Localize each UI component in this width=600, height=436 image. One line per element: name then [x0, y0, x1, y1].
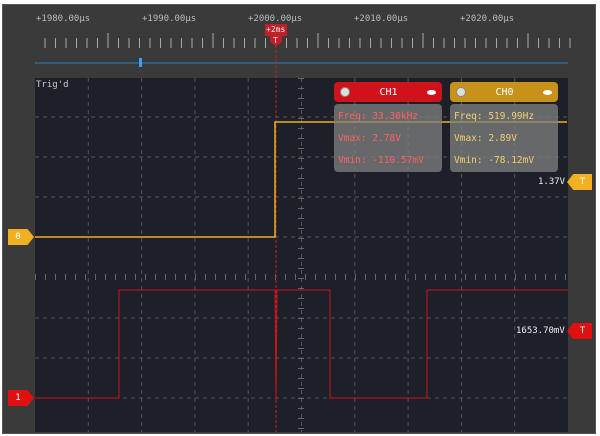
eye-icon[interactable] [427, 89, 436, 95]
ch0-measure-card: CH0 Freq: 519.99Hz Vmax: 2.89V Vmin: -78… [450, 82, 558, 172]
ch0-vmax: Vmax: 2.89V [454, 133, 517, 144]
ch1-marker-label: 1 [15, 393, 21, 403]
scope-canvas[interactable] [0, 0, 600, 436]
ch1-trigger-symbol: T [579, 326, 586, 336]
ruler-label: +1990.00µs [142, 14, 197, 24]
ch0-name: CH0 [495, 86, 514, 98]
trigger-time-symbol: T [273, 36, 278, 45]
ch0-trigger-level: 1.37V [538, 177, 566, 187]
ch1-vmax: Vmax: 2.78V [338, 133, 401, 144]
ch0-card-header[interactable]: CH0 [450, 82, 558, 102]
ruler-label: +1980.00µs [36, 14, 91, 24]
ch1-card-header[interactable]: CH1 [334, 82, 442, 102]
ruler-label: +2020.00µs [460, 14, 515, 24]
time-ruler [44, 33, 571, 48]
ch0-marker-label: 0 [15, 232, 21, 242]
gear-icon[interactable] [456, 87, 466, 97]
ch1-name: CH1 [379, 86, 398, 98]
trigger-offset-label: +2ms [266, 25, 286, 34]
oscilloscope-window: +1980.00µs +1990.00µs +2000.00µs +2010.00µs… [0, 0, 600, 436]
ch1-freq: Freq: 33.30kHz [338, 111, 419, 122]
trigger-status: Trig'd [36, 80, 69, 90]
ch1-trigger-level: 1653.70mV [516, 326, 565, 336]
ch0-freq: Freq: 519.99Hz [454, 111, 535, 122]
ch1-measure-card: CH1 Freq: 33.30kHz Vmax: 2.78V Vmin: -11… [334, 82, 442, 172]
gear-icon[interactable] [340, 87, 350, 97]
ruler-label: +2010.00µs [354, 14, 409, 24]
ruler-label: +2000.00µs [248, 14, 303, 24]
ch0-trigger-symbol: T [579, 177, 586, 187]
ch0-vmin: Vmin: -78.12mV [454, 155, 535, 166]
ch1-vmin: Vmin: -110.57mV [338, 155, 424, 166]
timeline-view-handle[interactable] [139, 58, 142, 67]
eye-icon[interactable] [543, 89, 552, 95]
